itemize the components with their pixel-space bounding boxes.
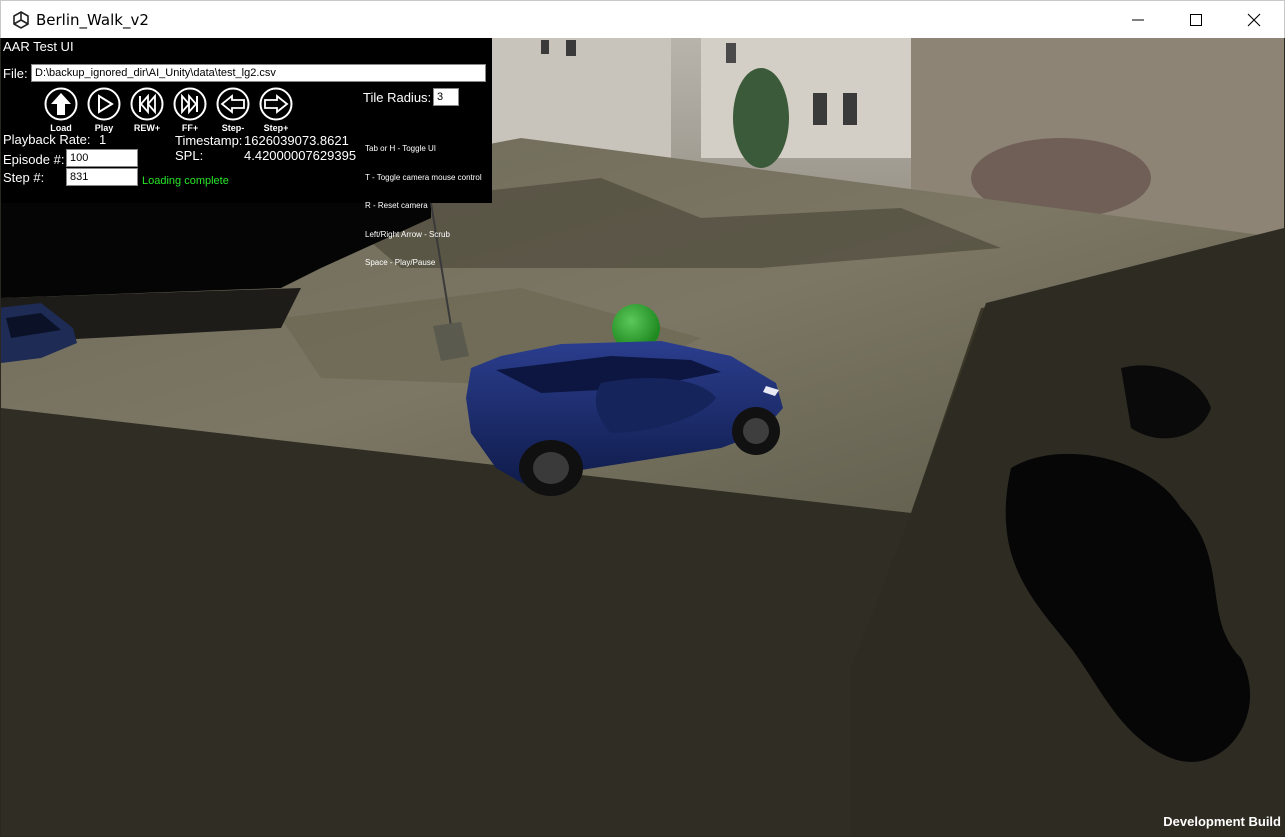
tile-radius-input[interactable]: 3 bbox=[433, 88, 459, 106]
timestamp-value: 1626039073.8621 bbox=[244, 133, 349, 148]
panel-title: AAR Test UI bbox=[3, 39, 74, 54]
window-title: Berlin_Walk_v2 bbox=[36, 11, 149, 29]
close-icon bbox=[1247, 13, 1261, 26]
step-forward-button-label: Step+ bbox=[263, 123, 289, 133]
close-button[interactable] bbox=[1225, 1, 1283, 38]
step-input[interactable]: 831 bbox=[66, 168, 138, 186]
arrow-right-icon bbox=[259, 87, 293, 121]
spl-value: 4.42000007629395 bbox=[244, 148, 357, 163]
maximize-icon bbox=[1190, 13, 1202, 26]
help-line: Left/Right Arrow - Scrub bbox=[365, 229, 450, 239]
step-back-button-label: Step- bbox=[221, 123, 245, 133]
help-line: Space - Play/Pause bbox=[365, 258, 436, 267]
spl-label: SPL: bbox=[175, 148, 204, 163]
fast-forward-button-label: FF+ bbox=[181, 123, 199, 133]
arrow-up-icon bbox=[44, 87, 78, 121]
keyboard-help: Tab or H - Toggle UI T - Toggle camera m… bbox=[365, 125, 482, 287]
development-build-label: Development Build bbox=[1163, 814, 1281, 829]
rewind-button[interactable]: REW+ bbox=[127, 87, 167, 133]
unity-icon bbox=[13, 11, 29, 29]
tile-radius-label: Tile Radius: bbox=[363, 90, 432, 105]
play-button[interactable]: Play bbox=[84, 87, 124, 133]
playback-rate-label: Playback Rate: bbox=[3, 132, 91, 147]
timestamp-label: Timestamp: bbox=[175, 133, 243, 148]
step-back-button[interactable]: Step- bbox=[213, 87, 253, 133]
fast-forward-button[interactable]: FF+ bbox=[170, 87, 210, 133]
help-line: T - Toggle camera mouse control bbox=[365, 172, 482, 182]
minimize-button[interactable] bbox=[1109, 1, 1167, 38]
aar-test-panel: AAR Test UI File: D:\backup_ignored_dir\… bbox=[1, 38, 492, 267]
maximize-button[interactable] bbox=[1167, 1, 1225, 38]
help-line: R - Reset camera bbox=[365, 201, 428, 210]
step-label: Step #: bbox=[3, 170, 45, 185]
arrow-left-icon bbox=[216, 87, 250, 121]
playback-rate-value: 1 bbox=[99, 132, 107, 147]
fast-forward-icon bbox=[173, 87, 207, 121]
help-line: Tab or H - Toggle UI bbox=[365, 144, 436, 153]
minimize-icon bbox=[1132, 19, 1144, 20]
file-label: File: bbox=[3, 66, 28, 81]
file-path-input[interactable]: D:\backup_ignored_dir\AI_Unity\data\test… bbox=[31, 64, 486, 82]
load-button[interactable]: Load bbox=[41, 87, 81, 133]
episode-input[interactable]: 100 bbox=[66, 149, 138, 167]
rewind-icon bbox=[130, 87, 164, 121]
status-message: Loading complete bbox=[142, 175, 229, 187]
episode-label: Episode #: bbox=[3, 152, 65, 167]
step-forward-button[interactable]: Step+ bbox=[256, 87, 296, 133]
window-titlebar: Berlin_Walk_v2 bbox=[0, 0, 1285, 38]
play-icon bbox=[87, 87, 121, 121]
rewind-button-label: REW+ bbox=[133, 123, 161, 133]
